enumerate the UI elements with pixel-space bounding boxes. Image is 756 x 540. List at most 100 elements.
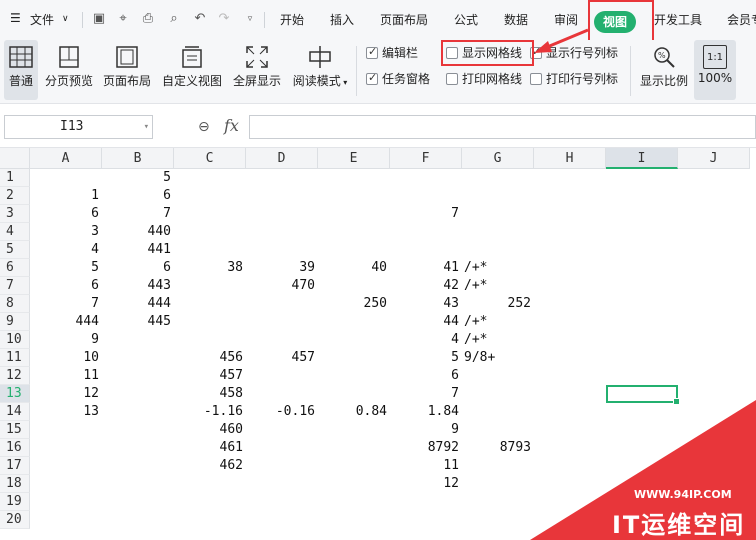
row-header-3[interactable]: 3 (0, 205, 30, 223)
magnifier-icon[interactable]: ⊖ (198, 119, 210, 135)
cell-g9[interactable]: /+* (464, 313, 487, 331)
row-header-8[interactable]: 8 (0, 295, 30, 313)
cell-b3[interactable]: 7 (102, 205, 171, 223)
cell-a10[interactable]: 9 (30, 331, 99, 349)
tab-data[interactable]: 数据 (504, 11, 528, 28)
row-header-15[interactable]: 15 (0, 421, 30, 439)
row-header-7[interactable]: 7 (0, 277, 30, 295)
cell-g16[interactable]: 8793 (462, 439, 531, 457)
cell-a13[interactable]: 12 (30, 385, 99, 403)
row-header-11[interactable]: 11 (0, 349, 30, 367)
column-header-e[interactable]: E (318, 148, 390, 169)
redo-icon[interactable]: ↷ (216, 11, 232, 27)
cell-c13[interactable]: 458 (174, 385, 243, 403)
column-header-h[interactable]: H (534, 148, 606, 169)
cell-c6[interactable]: 38 (174, 259, 243, 277)
cell-a9[interactable]: 444 (30, 313, 99, 331)
cell-d14[interactable]: -0.16 (246, 403, 315, 421)
zoom-100-button[interactable]: 1:1 100% (694, 40, 736, 100)
cell-f8[interactable]: 43 (390, 295, 459, 313)
cell-f12[interactable]: 6 (390, 367, 459, 385)
cell-f11[interactable]: 5 (390, 349, 459, 367)
cell-a5[interactable]: 4 (30, 241, 99, 259)
task-pane-checkbox[interactable]: 任务窗格 (366, 71, 430, 86)
cell-f17[interactable]: 11 (390, 457, 459, 475)
cell-b9[interactable]: 445 (102, 313, 171, 331)
row-header-5[interactable]: 5 (0, 241, 30, 259)
cell-g11[interactable]: 9/8+ (464, 349, 495, 367)
row-header-12[interactable]: 12 (0, 367, 30, 385)
row-header-10[interactable]: 10 (0, 331, 30, 349)
cell-f7[interactable]: 42 (390, 277, 459, 295)
cell-d7[interactable]: 470 (246, 277, 315, 295)
row-header-9[interactable]: 9 (0, 313, 30, 331)
cell-f9[interactable]: 44 (390, 313, 459, 331)
cell-d11[interactable]: 457 (246, 349, 315, 367)
tab-member[interactable]: 会员专 (727, 11, 756, 28)
print-headings-checkbox[interactable]: 打印行号列标 (530, 72, 618, 86)
column-header-d[interactable]: D (246, 148, 318, 169)
cell-b8[interactable]: 444 (102, 295, 171, 313)
zoom-button[interactable]: % 显示比例 (638, 40, 690, 100)
tab-formulas[interactable]: 公式 (454, 11, 478, 28)
row-header-2[interactable]: 2 (0, 187, 30, 205)
reading-mode-button[interactable]: 阅读模式 ▾ (290, 40, 350, 100)
cell-a14[interactable]: 13 (30, 403, 99, 421)
customize-toolbar-icon[interactable]: ▿ (242, 11, 258, 27)
formula-bar-checkbox[interactable]: 编辑栏 (366, 45, 418, 60)
row-header-13[interactable]: 13 (0, 385, 30, 403)
cell-a11[interactable]: 10 (30, 349, 99, 367)
print-preview-icon[interactable]: ⌕ (166, 11, 182, 27)
cell-e8[interactable]: 250 (318, 295, 387, 313)
cell-f13[interactable]: 7 (390, 385, 459, 403)
format-painter-icon[interactable]: ⌖ (115, 11, 131, 27)
formula-input[interactable] (249, 115, 756, 139)
cell-b2[interactable]: 6 (102, 187, 171, 205)
cell-a2[interactable]: 1 (30, 187, 99, 205)
cell-f10[interactable]: 4 (390, 331, 459, 349)
cell-f18[interactable]: 12 (390, 475, 459, 493)
cell-f16[interactable]: 8792 (390, 439, 459, 457)
save-icon[interactable]: ▣ (91, 11, 107, 27)
select-all-corner[interactable] (0, 148, 30, 169)
row-header-1[interactable]: 1 (0, 169, 30, 187)
page-layout-view-button[interactable]: 页面布局 (100, 40, 154, 100)
tab-developer[interactable]: 开发工具 (654, 11, 702, 28)
chevron-down-icon[interactable]: ▾ (144, 116, 149, 138)
row-header-18[interactable]: 18 (0, 475, 30, 493)
hamburger-icon[interactable]: ☰ (10, 11, 21, 25)
cell-b1[interactable]: 5 (102, 169, 171, 187)
custom-view-button[interactable]: 自定义视图 (160, 40, 224, 100)
cell-c11[interactable]: 456 (174, 349, 243, 367)
name-box[interactable]: I13 ▾ (4, 115, 153, 139)
cell-f6[interactable]: 41 (390, 259, 459, 277)
column-header-g[interactable]: G (462, 148, 534, 169)
show-headings-checkbox[interactable]: 显示行号列标 (530, 45, 618, 60)
cell-a8[interactable]: 7 (30, 295, 99, 313)
row-header-6[interactable]: 6 (0, 259, 30, 277)
cell-g10[interactable]: /+* (464, 331, 487, 349)
cell-b6[interactable]: 6 (102, 259, 171, 277)
column-header-b[interactable]: B (102, 148, 174, 169)
tab-review[interactable]: 审阅 (554, 11, 578, 28)
cell-c12[interactable]: 457 (174, 367, 243, 385)
cell-b7[interactable]: 443 (102, 277, 171, 295)
cell-c14[interactable]: -1.16 (174, 403, 243, 421)
cell-g8[interactable]: 252 (462, 295, 531, 313)
cell-e14[interactable]: 0.84 (318, 403, 387, 421)
cell-g6[interactable]: /+* (464, 259, 487, 277)
tab-page-layout[interactable]: 页面布局 (380, 11, 428, 28)
tab-home[interactable]: 开始 (280, 11, 304, 28)
print-gridlines-checkbox[interactable]: 打印网格线 (446, 72, 522, 86)
fx-icon[interactable]: fx (224, 116, 239, 135)
row-header-14[interactable]: 14 (0, 403, 30, 421)
cell-g7[interactable]: /+* (464, 277, 487, 295)
cell-f15[interactable]: 9 (390, 421, 459, 439)
undo-icon[interactable]: ↶ (192, 11, 208, 27)
normal-view-button[interactable]: 普通 (4, 40, 38, 100)
tab-insert[interactable]: 插入 (330, 11, 354, 28)
cell-a3[interactable]: 6 (30, 205, 99, 223)
row-header-4[interactable]: 4 (0, 223, 30, 241)
column-header-f[interactable]: F (390, 148, 462, 169)
column-header-i[interactable]: I (606, 148, 678, 169)
